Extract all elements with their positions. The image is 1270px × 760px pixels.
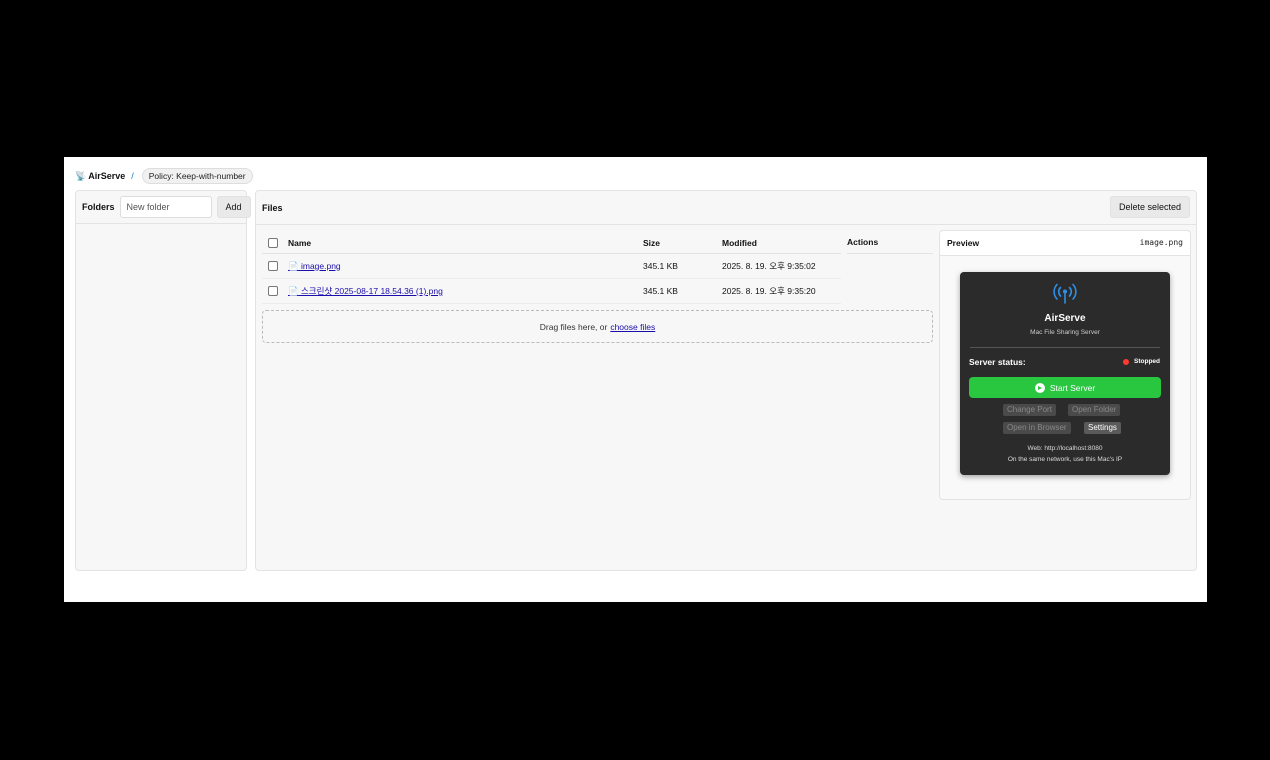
file-name: image.png [300, 260, 341, 271]
file-link[interactable]: 📄 스크린샷 2025-08-17 18.54.36 (1).png [288, 286, 443, 296]
column-actions: Actions [847, 232, 933, 254]
row-checkbox[interactable] [268, 286, 278, 297]
file-name-cell: 📄 image.png [288, 253, 643, 279]
status-dot-icon [1123, 358, 1129, 365]
file-modified: 2025. 8. 19. 오후 9:35:20 [722, 278, 841, 304]
drop-text: Drag files here, or [539, 321, 608, 332]
preview-panel: Preview image.png AirServe Mac File Shar… [939, 230, 1191, 500]
preview-title: Preview [947, 238, 980, 248]
file-icon: 📄 [288, 286, 299, 296]
files-toolbar: Files Delete selected [256, 191, 1196, 225]
settings-button: Settings [1084, 422, 1121, 434]
breadcrumb-separator: / [131, 171, 134, 181]
file-icon: 📄 [288, 260, 299, 271]
open-folder-button: Open Folder [1068, 404, 1121, 416]
server-status-value: Stopped [1134, 358, 1160, 365]
change-port-button: Change Port [1003, 404, 1056, 416]
file-size: 345.1 KB [643, 278, 722, 304]
row-select-cell [262, 278, 288, 304]
page: 📡 AirServe / Policy: Keep-with-number Fo… [64, 157, 1207, 602]
brand[interactable]: 📡 AirServe [75, 171, 125, 182]
select-all-cell [262, 232, 288, 254]
column-name[interactable]: Name [288, 232, 643, 254]
table-row: 📄 image.png 345.1 KB 2025. 8. 19. 오후 9:3… [262, 253, 841, 279]
server-status-label: Server status: [969, 357, 1026, 367]
preview-filename: image.png [1139, 238, 1183, 247]
select-all-checkbox[interactable] [268, 237, 278, 248]
column-modified[interactable]: Modified [722, 232, 841, 254]
folders-label: Folders [82, 202, 115, 212]
add-folder-button[interactable]: Add [216, 196, 251, 218]
drop-zone[interactable]: Drag files here, or choose files [262, 310, 933, 343]
file-size: 345.1 KB [643, 253, 722, 279]
file-name-cell: 📄 스크린샷 2025-08-17 18.54.36 (1).png [288, 278, 643, 304]
divider [970, 347, 1160, 348]
folders-toolbar: Folders Add [76, 191, 251, 224]
open-in-browser-button: Open in Browser [1003, 422, 1071, 434]
preview-header: Preview image.png [940, 231, 1190, 256]
row-select-cell [262, 253, 288, 279]
satellite-antenna-icon: 📡 [75, 170, 87, 181]
antenna-icon [1053, 283, 1077, 304]
play-icon [1034, 382, 1045, 393]
delete-selected-button[interactable]: Delete selected [1109, 196, 1190, 218]
server-status: Stopped [1123, 358, 1160, 365]
folders-panel: Folders Add [75, 190, 251, 571]
column-size[interactable]: Size [643, 232, 722, 254]
policy-badge: Policy: Keep-with-number [141, 168, 253, 184]
app-subtitle: Mac File Sharing Server [1030, 329, 1100, 336]
choose-files-link[interactable]: choose files [610, 322, 655, 332]
app-name: AirServe [1044, 313, 1086, 324]
brand-name: AirServe [88, 171, 126, 181]
row-checkbox[interactable] [268, 261, 278, 272]
files-panel: Files Delete selected Name Size Modified [255, 190, 1197, 571]
network-info: On the same network, use this Mac's IP [1007, 456, 1123, 463]
file-name: 스크린샷 2025-08-17 18.54.36 (1).png [300, 286, 443, 296]
file-link[interactable]: 📄 image.png [288, 261, 341, 271]
files-table: Name Size Modified 📄 image.png 345.1 KB … [262, 232, 841, 304]
file-modified: 2025. 8. 19. 오후 9:35:02 [722, 253, 841, 279]
header: 📡 AirServe / Policy: Keep-with-number [75, 168, 253, 184]
table-header-row: Name Size Modified [262, 232, 841, 254]
preview-image: AirServe Mac File Sharing Server Server … [960, 272, 1170, 475]
start-server-label: Start Server [1049, 382, 1096, 393]
files-label: Files [262, 203, 283, 213]
new-folder-input[interactable] [119, 196, 212, 218]
table-row: 📄 스크린샷 2025-08-17 18.54.36 (1).png 345.1… [262, 278, 841, 304]
start-server-button: Start Server [969, 377, 1161, 398]
web-url-info: Web: http://localhost:8080 [1027, 445, 1103, 452]
